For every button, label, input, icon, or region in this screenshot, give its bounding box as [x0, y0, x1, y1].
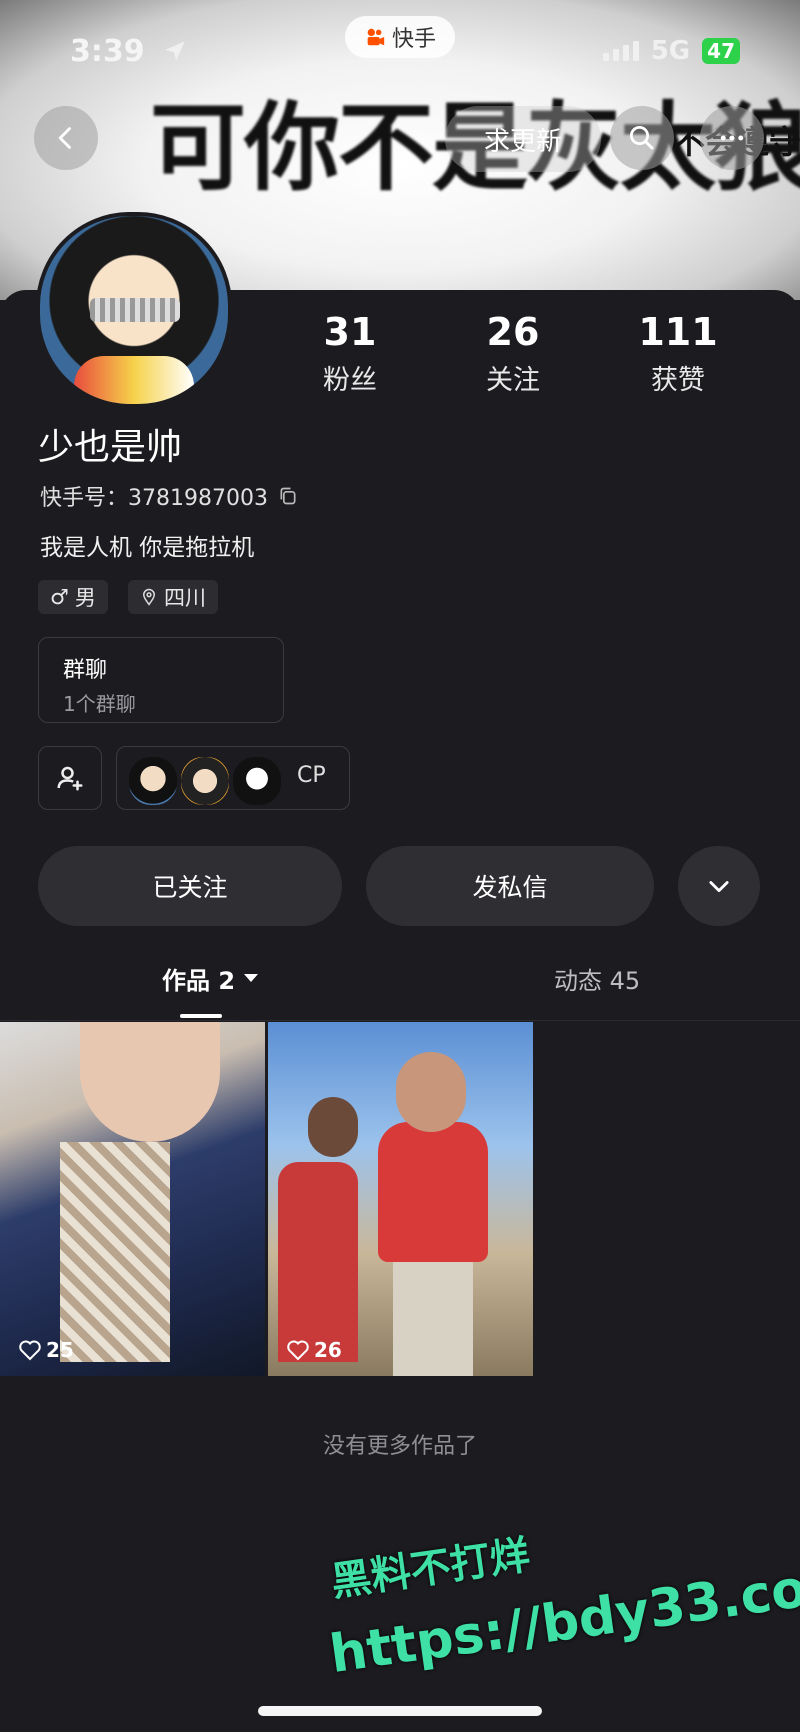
- following-label: 关注: [486, 365, 540, 396]
- app-switch-pill[interactable]: 快手: [345, 16, 455, 58]
- likes-label: 获赞: [651, 365, 705, 396]
- gender-label: 男: [74, 586, 96, 610]
- profile-bio: 我是人机 你是拖拉机: [40, 535, 255, 561]
- request-update-button[interactable]: 求更新: [445, 106, 601, 172]
- work-likes-1: 25: [18, 1338, 74, 1362]
- tab-moments[interactable]: 动态 45: [554, 958, 640, 998]
- cp-avatar-2: [179, 755, 231, 807]
- status-time: 3:39: [70, 34, 145, 69]
- gender-tag: ♂ 男: [38, 580, 108, 614]
- likes-count: 111: [638, 310, 718, 354]
- content-tabs: 作品 2 动态 45: [0, 958, 800, 1018]
- add-user-icon: [57, 766, 83, 791]
- heart-icon: [19, 1340, 41, 1361]
- followed-button[interactable]: 已关注: [38, 846, 342, 926]
- network-label: 5G: [650, 36, 691, 66]
- cp-avatars-box[interactable]: CP: [116, 746, 350, 810]
- work-thumbnail-1[interactable]: 25: [0, 1022, 265, 1376]
- more-button[interactable]: [700, 106, 764, 170]
- tab-active-indicator: [180, 1014, 222, 1018]
- caret-down-icon: [244, 974, 259, 982]
- group-chat-count: 1个群聊: [63, 692, 136, 716]
- work-likes-count-1: 25: [46, 1338, 74, 1362]
- following-count: 26: [486, 310, 540, 354]
- followers-label: 粉丝: [323, 365, 377, 396]
- group-chat-card[interactable]: 群聊 1个群聊: [38, 637, 284, 723]
- back-button[interactable]: [34, 106, 98, 170]
- more-dots-icon: [720, 135, 744, 141]
- location-arrow-icon: [165, 41, 185, 61]
- cp-label: CP: [297, 763, 326, 788]
- work-thumbnail-2[interactable]: 26: [268, 1022, 533, 1376]
- followers-stat[interactable]: 31 粉丝: [280, 310, 420, 397]
- location-tag: 四川: [128, 580, 218, 614]
- signal-icon: [602, 41, 639, 61]
- cp-avatar-1: [127, 755, 179, 807]
- group-chat-title: 群聊: [63, 658, 108, 683]
- home-indicator[interactable]: [258, 1706, 542, 1716]
- app-name: 快手: [391, 27, 436, 52]
- tab-moments-label: 动态 45: [554, 966, 641, 995]
- chevron-down-icon: [709, 881, 729, 893]
- tab-works[interactable]: 作品 2: [162, 958, 259, 998]
- likes-stat[interactable]: 111 获赞: [608, 310, 748, 397]
- location-label: 四川: [164, 586, 206, 610]
- more-options-button[interactable]: [678, 846, 760, 926]
- tab-works-label: 作品 2: [162, 966, 236, 995]
- profile-name: 少也是帅: [38, 427, 183, 468]
- search-button[interactable]: [610, 106, 674, 170]
- avatar[interactable]: [36, 212, 232, 408]
- followers-count: 31: [323, 310, 377, 354]
- heart-icon: [287, 1340, 309, 1361]
- cp-avatar-3: [231, 755, 283, 807]
- following-stat[interactable]: 26 关注: [443, 310, 583, 397]
- location-pin-icon: [142, 588, 156, 606]
- add-friend-button[interactable]: [38, 746, 102, 810]
- battery-icon: 47: [702, 38, 740, 64]
- kuaishou-logo-icon: [367, 28, 385, 46]
- kuaishou-id-row[interactable]: 快手号：3781987003: [40, 480, 298, 512]
- divider: [0, 1020, 800, 1021]
- copy-icon[interactable]: [278, 486, 298, 506]
- search-icon: [630, 126, 654, 150]
- status-right: 5G 47: [602, 36, 740, 66]
- male-icon: ♂: [50, 585, 69, 609]
- kuaishou-id: 快手号：3781987003: [40, 486, 268, 511]
- work-likes-2: 26: [286, 1338, 342, 1362]
- chevron-left-icon: [58, 127, 71, 149]
- send-message-button[interactable]: 发私信: [366, 846, 654, 926]
- no-more-works-text: 没有更多作品了: [322, 1434, 477, 1459]
- work-likes-count-2: 26: [314, 1338, 342, 1362]
